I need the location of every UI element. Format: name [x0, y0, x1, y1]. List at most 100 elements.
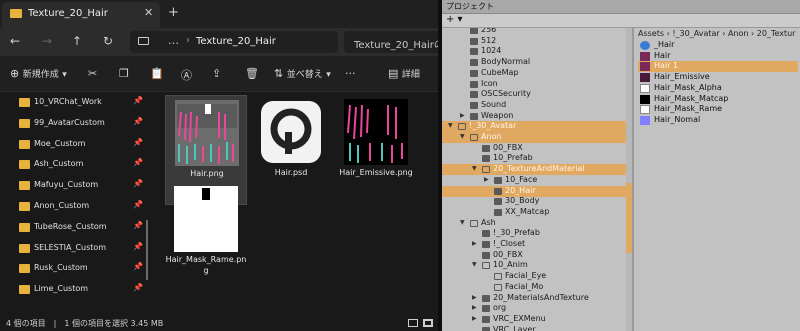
large-icons-view-icon[interactable] [423, 319, 433, 327]
sort-button[interactable]: ⇅ 並べ替え ▾ [274, 67, 331, 80]
new-tab-button[interactable]: + [168, 5, 179, 20]
pin-icon[interactable]: 📌 [133, 283, 143, 292]
back-button[interactable]: ← [10, 34, 20, 48]
tree-item[interactable]: 20_Hair [442, 185, 626, 197]
tree-item[interactable]: Facial_Eye [442, 271, 626, 282]
expanded-arrow-icon[interactable]: ▼ [460, 219, 465, 226]
rename-icon[interactable]: Ⓐ [181, 67, 192, 83]
cut-icon[interactable]: ✂ [88, 67, 97, 80]
sidebar-item[interactable]: Moe_Custom 📌 [0, 135, 148, 155]
tree-item[interactable]: 10_Prefab [442, 153, 626, 164]
panel-title[interactable]: プロジェクト [446, 1, 494, 12]
pin-icon[interactable]: 📌 [133, 200, 143, 209]
folder-icon [482, 326, 490, 331]
tree-item[interactable]: XX_Matcap [442, 207, 626, 218]
tree-item[interactable]: 30_Body [442, 196, 626, 207]
sidebar-item[interactable]: TubeRose_Custom 📌 [0, 218, 148, 238]
pin-icon[interactable]: 📌 [133, 242, 143, 251]
tree-item[interactable]: OSCSecurity [442, 89, 626, 100]
paste-icon[interactable]: 📋 [150, 67, 164, 80]
expanded-arrow-icon[interactable]: ▼ [448, 122, 453, 129]
up-button[interactable]: ↑ [72, 34, 82, 48]
tree-item[interactable]: ▶ org [442, 303, 626, 314]
tree-item[interactable]: ▼ 10_Anim [442, 260, 626, 271]
collapsed-arrow-icon[interactable]: ▶ [460, 112, 465, 119]
expanded-arrow-icon[interactable]: ▼ [472, 165, 477, 172]
sidebar-item[interactable]: Ash_Custom 📌 [0, 155, 148, 175]
tree-item[interactable]: 1024 [442, 46, 626, 57]
panel-splitter[interactable] [632, 28, 634, 331]
address-bar[interactable]: … › Texture_20_Hair [130, 31, 338, 53]
copy-icon[interactable]: ❐ [119, 67, 129, 80]
pin-icon[interactable]: 📌 [133, 117, 143, 126]
more-button[interactable]: ··· [345, 67, 356, 80]
search-input[interactable]: Texture_20_Hairの検索 [344, 31, 438, 53]
pin-icon[interactable]: 📌 [133, 221, 143, 230]
tree-item[interactable]: VRC_Layer [442, 325, 626, 331]
file-item[interactable]: Hair.psd [250, 95, 332, 205]
refresh-button[interactable]: ↻ [103, 34, 113, 48]
sidebar-item[interactable]: Anon_Custom 📌 [0, 197, 148, 217]
file-item[interactable]: Hair_Emissive.png [335, 95, 417, 205]
tree-item[interactable]: ▶ !_Closet [442, 239, 626, 250]
pin-icon[interactable]: 📌 [133, 158, 143, 167]
sidebar-item[interactable]: SELESTIA_Custom 📌 [0, 239, 148, 259]
details-view-icon[interactable] [408, 319, 418, 327]
tree-item[interactable]: BodyNormal [442, 57, 626, 68]
asset-item[interactable]: Hair_Emissive [638, 72, 798, 83]
asset-item[interactable]: Hair 1 [638, 61, 798, 73]
collapsed-arrow-icon[interactable]: ▶ [472, 240, 477, 247]
tree-item[interactable]: 00_FBX [442, 250, 626, 261]
tree-item[interactable]: !_30_Prefab [442, 228, 626, 239]
asset-item[interactable]: _Hair [638, 40, 798, 51]
sidebar-item[interactable]: 10_VRChat_Work 📌 [0, 93, 148, 113]
sidebar-scrollbar[interactable] [146, 220, 148, 280]
asset-item[interactable]: Hair [638, 51, 798, 62]
explorer-tab[interactable]: Texture_20_Hair ✕ [2, 2, 160, 28]
asset-item[interactable]: Hair_Mask_Matcap [638, 94, 798, 105]
asset-item[interactable]: Hair_Mask_Rame [638, 104, 798, 115]
collapsed-arrow-icon[interactable]: ▶ [472, 294, 477, 301]
tree-item[interactable]: ▶ VRC_EXMenu [442, 314, 626, 325]
pin-icon[interactable]: 📌 [133, 262, 143, 271]
asset-breadcrumb[interactable]: Assets › !_30_Avatar › Anon › 20_Textur [638, 29, 795, 38]
create-button[interactable]: + ▾ [446, 14, 463, 25]
breadcrumb[interactable]: Texture_20_Hair [196, 36, 276, 47]
sidebar-item[interactable]: 99_AvatarCustom 📌 [0, 114, 148, 134]
tree-item[interactable]: ▶ 10_Face [442, 175, 626, 186]
file-item[interactable]: Hair_Mask_Rame.png [165, 182, 247, 292]
asset-item[interactable]: Hair_Nomal [638, 115, 798, 126]
collapsed-arrow-icon[interactable]: ▶ [472, 315, 477, 322]
collapsed-arrow-icon[interactable]: ▶ [484, 176, 489, 183]
tree-item[interactable]: ▶ 20_MaterialsAndTexture [442, 293, 626, 304]
asset-item[interactable]: Hair_Mask_Alpha [638, 83, 798, 94]
tree-item[interactable]: 00_FBX [442, 143, 626, 154]
sidebar-item[interactable]: Mafuyu_Custom 📌 [0, 176, 148, 196]
tree-item[interactable]: Facial_Mo [442, 282, 626, 293]
delete-icon[interactable]: 🗑 [245, 67, 259, 80]
sidebar-item[interactable]: Lime_Custom 📌 [0, 280, 148, 300]
tree-item[interactable]: ▼ !_30_Avatar [442, 121, 626, 133]
forward-button[interactable]: → [42, 34, 52, 48]
pin-icon[interactable]: 📌 [133, 96, 143, 105]
quick-access-sidebar: 10_VRChat_Work 📌 99_AvatarCustom 📌 Moe_Custo… [0, 92, 150, 314]
pin-icon[interactable]: 📌 [133, 179, 143, 188]
pin-icon[interactable]: 📌 [133, 138, 143, 147]
tree-item[interactable]: Icon [442, 79, 626, 90]
close-tab-button[interactable]: ✕ [144, 6, 153, 19]
tree-item[interactable]: ▼ Anon [442, 132, 626, 143]
collapsed-arrow-icon[interactable]: ▶ [472, 304, 477, 311]
tree-item[interactable]: 512 [442, 36, 626, 47]
expanded-arrow-icon[interactable]: ▼ [460, 133, 465, 140]
address-overflow-button[interactable]: … [168, 34, 179, 47]
details-button[interactable]: ▤ 詳細 [388, 67, 420, 80]
tree-item[interactable]: ▼ Ash [442, 218, 626, 229]
sidebar-item[interactable]: Rusk_Custom 📌 [0, 259, 148, 279]
tree-item[interactable]: ▶ Weapon [442, 111, 626, 122]
expanded-arrow-icon[interactable]: ▼ [472, 261, 477, 268]
tree-item[interactable]: ▼ 20_TextureAndMaterial [442, 164, 626, 176]
tree-item[interactable]: Sound [442, 100, 626, 111]
share-icon[interactable]: ⇪ [212, 67, 221, 80]
tree-item[interactable]: CubeMap [442, 68, 626, 79]
new-button[interactable]: ⊕ 新規作成 ▾ [10, 67, 67, 80]
